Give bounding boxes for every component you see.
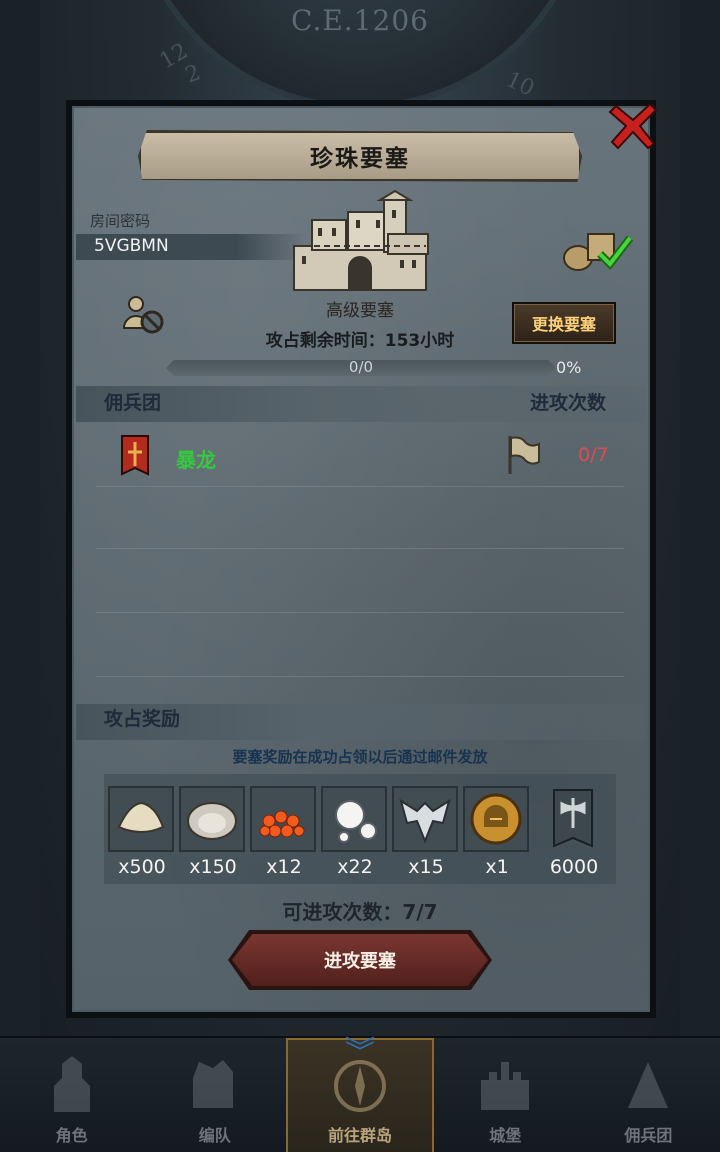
reward-quantity: 6000 (549, 856, 599, 878)
nav-label: 城堡 (489, 1126, 522, 1145)
reward-item[interactable] (392, 786, 458, 852)
row-divider (96, 548, 624, 549)
nav-item-castle[interactable]: 城堡 (434, 1038, 577, 1152)
reward-slot (392, 786, 458, 852)
title-banner: 珍珠要塞 (138, 130, 582, 182)
progress-text: 0/0 (348, 358, 374, 376)
nav-item-mercenary[interactable]: 佣兵团 (577, 1038, 720, 1152)
team-banner-icon (121, 435, 149, 476)
row-divider (96, 676, 624, 677)
cloth-icon (117, 801, 165, 833)
room-code-label: 房间密码 (90, 212, 151, 230)
reward-slot (250, 786, 316, 852)
attack-fortress-label: 进攻要塞 (324, 951, 396, 972)
reward-item[interactable] (108, 786, 174, 852)
reward-note: 要塞奖励在成功占领以后通过邮件发放 (232, 748, 488, 766)
nav-label: 角色 (55, 1126, 88, 1145)
mercenary-icon (628, 1062, 669, 1108)
attacks-column-header: 进攻次数 (530, 392, 607, 414)
castle-icon (481, 1062, 530, 1110)
reward-slot (463, 786, 529, 852)
attack-flag-icon (508, 436, 540, 474)
reward-item[interactable] (540, 786, 606, 852)
reward-section-title: 攻占奖励 (104, 708, 181, 730)
knight-icon (53, 1056, 90, 1112)
helmet-coin-icon (470, 793, 522, 845)
nav-item-formation[interactable]: 编队 (143, 1038, 286, 1152)
reward-item[interactable] (321, 786, 387, 852)
nav-label: 前往群岛 (328, 1126, 393, 1145)
fortress-image (293, 190, 429, 291)
roe-icon (259, 810, 305, 838)
left-side-panel (0, 0, 40, 1040)
clock-number: 2 (182, 60, 204, 89)
reward-slot (540, 786, 606, 852)
nav-item-character[interactable]: 角色 (0, 1038, 143, 1152)
right-side-panel (680, 0, 720, 1040)
mercenary-section-title: 佣兵团 (104, 392, 162, 414)
attempts-remaining: 可进攻次数：7/7 (282, 900, 438, 924)
nav-label: 佣兵团 (624, 1126, 673, 1145)
dialog-title: 珍珠要塞 (310, 146, 410, 172)
reward-slot (321, 786, 387, 852)
formation-icon (192, 1060, 233, 1108)
oyster-icon (187, 802, 237, 840)
reward-slot (108, 786, 174, 852)
fortress-grade: 高级要塞 (326, 301, 394, 321)
pearls-icon (335, 800, 377, 843)
team-attack-count: 0/7 (578, 444, 609, 466)
close-icon[interactable] (608, 100, 658, 152)
reward-slot (179, 786, 245, 852)
compass-icon (334, 1060, 386, 1112)
time-remaining: 攻占剩余时间：153小时 (265, 331, 455, 351)
attack-fortress-button[interactable]: 进攻要塞 (232, 934, 488, 986)
reward-item[interactable] (463, 786, 529, 852)
row-divider (96, 486, 624, 487)
year-display: C.E.1206 (291, 4, 429, 37)
loot-bags-icon[interactable] (560, 226, 636, 272)
axe-banner-icon (553, 789, 593, 848)
row-divider (96, 612, 624, 613)
bottom-nav: 角色 编队 ︾ 前往群岛 城堡 佣兵团 (0, 1036, 720, 1152)
room-code: 5VGBMN (94, 236, 169, 256)
reward-item[interactable] (250, 786, 316, 852)
nav-item-islands[interactable]: ︾ 前往群岛 (286, 1038, 434, 1152)
wing-emblem-icon (399, 798, 451, 844)
progress-percent: 0% (556, 358, 582, 377)
clock-number: 10 (502, 67, 538, 102)
nav-label: 编队 (198, 1126, 231, 1145)
reward-item[interactable] (179, 786, 245, 852)
team-name: 暴龙 (176, 448, 216, 472)
